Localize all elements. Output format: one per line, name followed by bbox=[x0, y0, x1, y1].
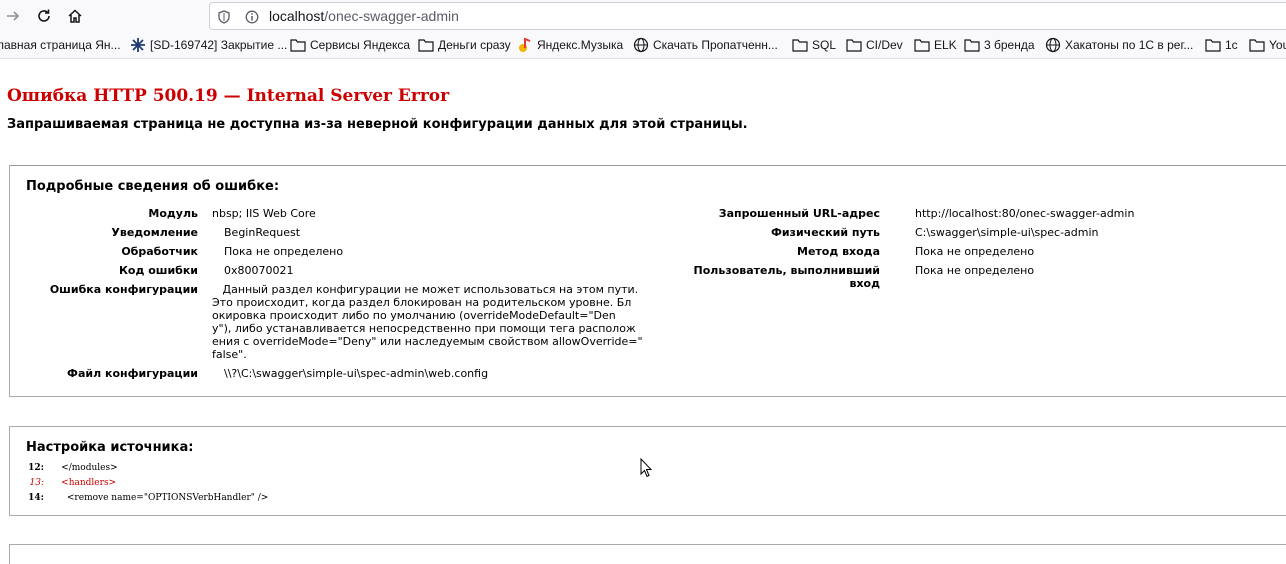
value-config-file: \\?\C:\swagger\simple-ui\spec-admin\web.… bbox=[224, 367, 489, 380]
value-requested-url: http://localhost:80/onec-swagger-admin bbox=[915, 207, 1135, 220]
bookmark-label: SQL bbox=[812, 38, 837, 52]
url-path: /onec-swagger-admin bbox=[324, 8, 459, 24]
label-logon-method: Метод входа bbox=[797, 245, 880, 258]
source-heading: Настройка источника: bbox=[26, 440, 194, 455]
line-number: 13: bbox=[29, 478, 44, 488]
browser-toolbar: localhost/onec-swagger-admin bbox=[0, 0, 1286, 32]
value-logon-user: Пока не определено bbox=[915, 264, 1035, 277]
folder-icon bbox=[846, 39, 862, 52]
line-number: 12: bbox=[28, 463, 44, 473]
bookmark-folder-you[interactable]: You bbox=[1249, 36, 1286, 54]
folder-icon bbox=[1205, 39, 1221, 52]
value-module: nbsp; IIS Web Core bbox=[212, 207, 316, 220]
folder-icon bbox=[792, 39, 808, 52]
mouse-cursor-icon bbox=[640, 457, 653, 483]
code-line: 12: </modules> bbox=[18, 463, 118, 473]
value-error-code: 0x80070021 bbox=[224, 264, 294, 277]
folder-icon bbox=[290, 39, 306, 52]
value-physical-path: C:\swagger\simple-ui\spec-admin bbox=[915, 226, 1099, 239]
bookmark-label: You bbox=[1269, 38, 1286, 52]
bookmark-label: Хакатоны по 1С в рег... bbox=[1065, 38, 1194, 52]
bookmark-folder-yandex-services[interactable]: Сервисы Яндекса bbox=[290, 36, 410, 54]
address-bar[interactable]: localhost/onec-swagger-admin bbox=[209, 2, 1286, 30]
label-logon-user: Пользователь, выполнивший вход bbox=[693, 264, 880, 290]
folder-icon bbox=[418, 39, 434, 52]
value-handler: Пока не определено bbox=[224, 245, 344, 258]
shield-icon[interactable] bbox=[216, 9, 232, 25]
code-text: <handlers> bbox=[61, 478, 117, 488]
reload-icon[interactable] bbox=[33, 6, 55, 26]
label-config-error: Ошибка конфигурации bbox=[49, 283, 198, 296]
bookmark-download-patched[interactable]: Скачать Пропатченн... bbox=[633, 36, 778, 54]
bookmark-folder-sql[interactable]: SQL bbox=[792, 36, 836, 54]
next-panel-edge bbox=[9, 544, 1286, 564]
bookmark-sd-ticket[interactable]: [SD-169742] Закрытие ... bbox=[130, 36, 287, 54]
bookmark-folder-1c[interactable]: 1c bbox=[1205, 36, 1238, 54]
error-title: Ошибка HTTP 500.19 — Internal Server Err… bbox=[7, 86, 450, 106]
jira-icon bbox=[131, 38, 145, 52]
url-host: localhost bbox=[269, 8, 325, 24]
code-text: <remove name="OPTIONSVerbHandler" /> bbox=[61, 493, 269, 503]
bookmarks-toolbar: лавная страница Ян... [SD-169742] Закрыт… bbox=[0, 32, 1286, 59]
folder-icon bbox=[914, 39, 930, 52]
error-subtitle: Запрашиваемая страница не доступна из-за… bbox=[7, 117, 748, 132]
value-notification: BeginRequest bbox=[224, 226, 301, 239]
bookmark-label: [SD-169742] Закрытие ... bbox=[150, 38, 288, 52]
line-number: 14: bbox=[28, 493, 44, 503]
forward-arrow-icon[interactable] bbox=[2, 6, 24, 26]
bookmark-label: Сервисы Яндекса bbox=[310, 38, 411, 52]
code-text: </modules> bbox=[61, 463, 118, 473]
globe-icon bbox=[1045, 37, 1061, 53]
value-logon-method: Пока не определено bbox=[915, 245, 1035, 258]
label-physical-path: Физический путь bbox=[770, 226, 880, 239]
folder-icon bbox=[1249, 39, 1265, 52]
code-line-highlighted: 13: <handlers> bbox=[18, 478, 117, 488]
label-error-code: Код ошибки bbox=[118, 264, 198, 277]
label-config-file: Файл конфигурации bbox=[67, 367, 198, 380]
bookmark-label: CI/Dev bbox=[866, 38, 903, 52]
bookmark-label: Яндекс.Музыка bbox=[537, 38, 624, 52]
bookmark-yandex-home[interactable]: лавная страница Ян... bbox=[0, 36, 121, 54]
home-icon[interactable] bbox=[64, 6, 86, 26]
url-text[interactable]: localhost/onec-swagger-admin bbox=[269, 8, 459, 24]
folder-icon bbox=[964, 39, 980, 52]
bookmark-folder-ci-dev[interactable]: CI/Dev bbox=[846, 36, 903, 54]
bookmark-label: ELK bbox=[934, 38, 957, 52]
label-handler: Обработчик bbox=[121, 245, 198, 258]
label-notification: Уведомление bbox=[111, 226, 198, 239]
label-requested-url: Запрошенный URL-адрес bbox=[718, 207, 880, 220]
bookmark-label: Деньги сразу bbox=[438, 38, 511, 52]
yandex-music-icon bbox=[519, 37, 531, 52]
label-module: Модуль bbox=[148, 207, 198, 220]
globe-icon bbox=[633, 37, 649, 53]
bookmark-label: Скачать Пропатченн... bbox=[653, 38, 778, 52]
value-config-error: Данный раздел конфигурации не может испо… bbox=[212, 283, 643, 361]
bookmark-folder-money[interactable]: Деньги сразу bbox=[418, 36, 511, 54]
bookmark-yandex-music[interactable]: Яндекс.Музыка bbox=[517, 36, 623, 54]
details-heading: Подробные сведения об ошибке: bbox=[26, 179, 280, 194]
bookmark-label: 1c bbox=[1225, 38, 1238, 52]
bookmark-label: лавная страница Ян... bbox=[0, 38, 121, 52]
bookmark-label: 3 бренда bbox=[984, 38, 1035, 52]
code-line: 14: <remove name="OPTIONSVerbHandler" /> bbox=[18, 493, 268, 503]
bookmark-folder-3-brands[interactable]: 3 бренда bbox=[964, 36, 1035, 54]
info-icon[interactable] bbox=[244, 9, 260, 25]
error-details-panel: Подробные сведения об ошибке: Модуль Уве… bbox=[9, 165, 1286, 397]
bookmark-folder-elk[interactable]: ELK bbox=[914, 36, 957, 54]
bookmark-hackathons[interactable]: Хакатоны по 1С в рег... bbox=[1045, 36, 1193, 54]
